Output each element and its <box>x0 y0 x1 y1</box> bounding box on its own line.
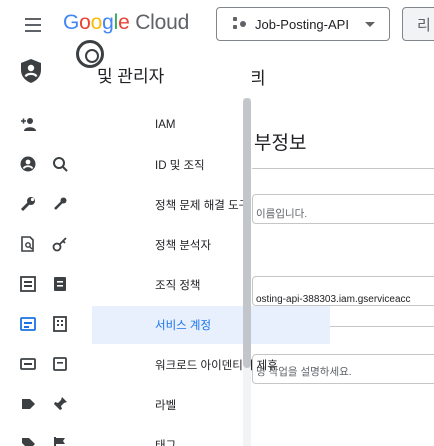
flag-icon[interactable] <box>52 436 68 446</box>
policy-search-icon[interactable] <box>20 236 36 252</box>
logo-cloud-text: Cloud <box>135 11 190 34</box>
top-bar: Google Cloud Job-Posting-API 리 <box>0 0 434 50</box>
gear-icon[interactable] <box>76 40 104 68</box>
google-cloud-logo[interactable]: Google Cloud <box>63 11 189 35</box>
settings-icon[interactable] <box>52 196 68 212</box>
project-picker-button[interactable]: Job-Posting-API <box>216 7 390 41</box>
sidebar-item-label: 라벨 <box>155 400 177 412</box>
search-input-text: 리 <box>417 17 431 34</box>
sidebar-scrollbar-thumb[interactable] <box>243 98 251 368</box>
sidebar-item-label: ID 및 조직 <box>155 160 205 172</box>
page: Google Cloud Job-Posting-API 리 IAM 및 관리자… <box>0 0 434 446</box>
label-icon[interactable] <box>20 396 36 412</box>
wrench-icon[interactable] <box>20 196 36 212</box>
search-input[interactable]: 리 <box>402 7 434 41</box>
storage-icon[interactable] <box>52 356 68 372</box>
sidebar-item-label: 태그 <box>155 440 177 446</box>
search-icon[interactable] <box>52 156 68 172</box>
tag-icon[interactable] <box>20 436 36 446</box>
project-hub-icon <box>233 17 247 31</box>
key-icon[interactable] <box>52 236 68 252</box>
sidebar-item-label: 정책 분석자 <box>155 240 212 252</box>
account-circle-icon[interactable] <box>20 156 36 172</box>
project-name: Job-Posting-API <box>255 16 349 32</box>
sidebar-item-label: 서비스 계정 <box>155 320 212 332</box>
person-add-icon[interactable] <box>20 116 36 132</box>
sidebar-item-label: 조직 정책 <box>155 280 201 292</box>
workload-identity-icon[interactable] <box>20 356 36 372</box>
shield-icon[interactable] <box>20 58 42 84</box>
page-title: 킈 <box>252 69 266 88</box>
sidebar-item-label: IAM <box>155 119 176 131</box>
pin-icon[interactable] <box>52 396 68 412</box>
sidebar-item-label: 워크로드 아이덴티티 제휴 <box>155 360 278 372</box>
document-icon[interactable] <box>52 276 68 292</box>
main-menu-icon[interactable] <box>22 14 44 36</box>
building-icon[interactable] <box>52 316 68 332</box>
list-box-icon[interactable] <box>20 276 36 292</box>
chevron-down-icon <box>365 22 375 27</box>
logo-google-text: Google <box>63 11 130 34</box>
service-account-icon[interactable] <box>20 316 36 332</box>
sidebar: IAM 및 관리자 IAM ID 및 조직 정책 문제 해결 도구 정책 분석자… <box>0 50 330 446</box>
left-rail <box>0 50 92 446</box>
sidebar-item-label: 정책 문제 해결 도구 <box>155 200 250 212</box>
